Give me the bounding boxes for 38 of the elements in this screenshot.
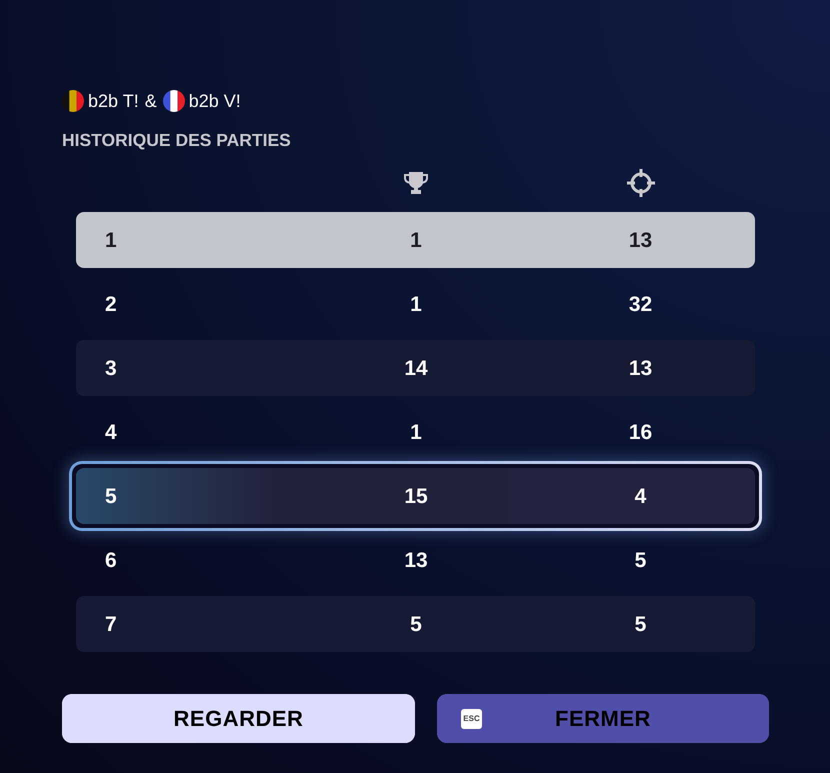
table-cell: 1 bbox=[105, 230, 117, 250]
table-row[interactable]: 6 13 5 bbox=[76, 532, 755, 588]
table-cell: 14 bbox=[404, 358, 428, 378]
flag-icon bbox=[62, 90, 84, 112]
table-cell: 32 bbox=[628, 294, 652, 314]
watch-button[interactable]: REGARDER bbox=[62, 694, 415, 743]
crosshair-icon bbox=[626, 169, 654, 197]
player-name: b2b T! bbox=[88, 90, 139, 112]
table-cell: 5 bbox=[634, 614, 646, 634]
table-cell: 5 bbox=[105, 486, 117, 506]
table-cell: 16 bbox=[628, 422, 652, 442]
table-cell: 2 bbox=[105, 294, 117, 314]
table-cell: 13 bbox=[628, 358, 652, 378]
table-cell: 3 bbox=[105, 358, 117, 378]
table-cell: 13 bbox=[404, 550, 428, 570]
table-cell: 1 bbox=[410, 230, 422, 250]
table-row[interactable]: 7 5 5 bbox=[76, 596, 755, 652]
table-cell: 4 bbox=[105, 422, 117, 442]
table-row[interactable]: 1 1 13 bbox=[76, 212, 755, 268]
section-title: HISTORIQUE DES PARTIES bbox=[62, 129, 291, 152]
table-cell: 1 bbox=[410, 294, 422, 314]
table-cell: 1 bbox=[410, 422, 422, 442]
trophy-icon bbox=[403, 172, 429, 194]
table-row[interactable]: 4 1 16 bbox=[76, 404, 755, 460]
player-name: b2b V! bbox=[188, 90, 241, 112]
table-row[interactable]: 3 14 13 bbox=[76, 340, 755, 396]
table-cell: 5 bbox=[410, 614, 422, 634]
table-row[interactable]: 2 1 32 bbox=[76, 276, 755, 332]
table-cell: 13 bbox=[628, 230, 652, 250]
table-row[interactable]: 5 15 4 bbox=[69, 461, 762, 531]
table-cell: 4 bbox=[634, 486, 646, 506]
flag-icon bbox=[162, 90, 185, 112]
table-cell: 7 bbox=[105, 614, 117, 634]
table-cell: 15 bbox=[404, 486, 428, 506]
separator-text: & bbox=[144, 90, 157, 112]
key-hint: ESC bbox=[461, 709, 482, 729]
table-cell: 6 bbox=[105, 550, 117, 570]
table-cell: 5 bbox=[634, 550, 646, 570]
